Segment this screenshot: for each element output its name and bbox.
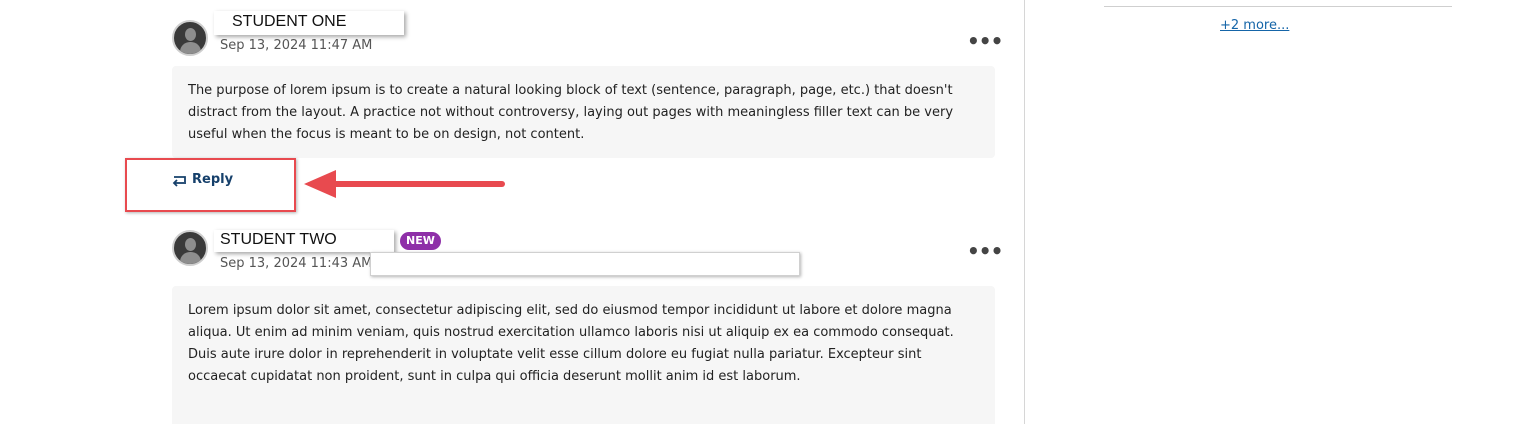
redaction-box [370, 252, 800, 276]
discussion-thread: STUDENT ONE Sep 13, 2024 11:47 AM ••• Th… [0, 0, 1024, 424]
more-horizontal-icon[interactable]: ••• [967, 241, 1003, 261]
annotation-arrow-icon [304, 170, 505, 198]
user-avatar-icon[interactable] [172, 20, 208, 56]
new-badge: NEW [400, 232, 441, 250]
post-body: Lorem ipsum dolor sit amet, consectetur … [172, 286, 995, 424]
author-name[interactable]: STUDENT ONE [214, 11, 404, 35]
author-name[interactable]: STUDENT TWO [214, 230, 394, 252]
post-timestamp: Sep 13, 2024 11:47 AM [220, 38, 373, 53]
column-divider [1024, 0, 1025, 424]
user-avatar-icon[interactable] [172, 230, 208, 266]
annotation-highlight-box [125, 158, 296, 212]
sidebar-divider [1104, 6, 1452, 7]
post-timestamp: Sep 13, 2024 11:43 AM [220, 256, 373, 271]
show-more-link[interactable]: +2 more... [1220, 18, 1289, 33]
post-body: The purpose of lorem ipsum is to create … [172, 66, 995, 158]
more-horizontal-icon[interactable]: ••• [967, 31, 1003, 51]
